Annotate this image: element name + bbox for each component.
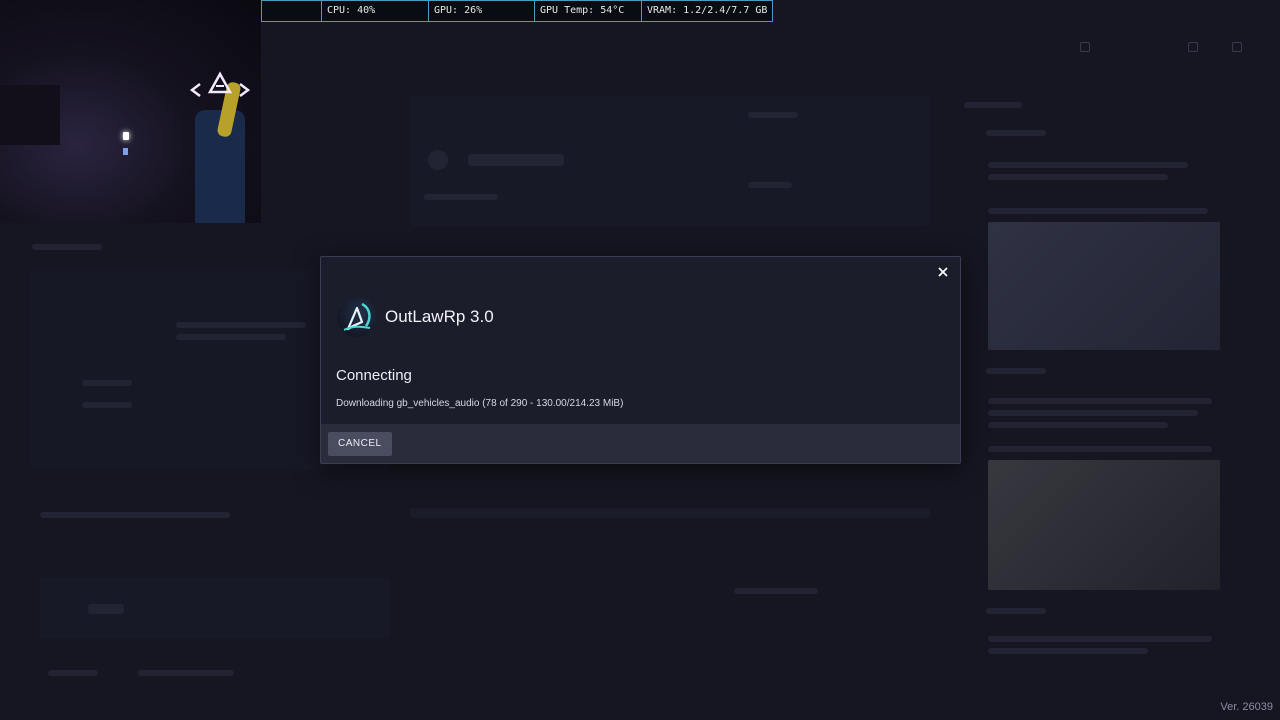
webcam-overlay (0, 0, 261, 223)
performance-stats-bar: CPU: 40% GPU: 26% GPU Temp: 54°C VRAM: 1… (261, 0, 773, 22)
stat-gpu: GPU: 26% (429, 1, 535, 21)
connecting-dialog: OutLawRp 3.0 Connecting Downloading gb_v… (320, 256, 961, 464)
close-button[interactable] (934, 263, 952, 281)
server-logo-icon (337, 297, 377, 337)
webcam-light (123, 148, 128, 155)
connection-status-title: Connecting (336, 367, 412, 384)
version-label: Ver. 26039 (1220, 701, 1273, 713)
stat-cpu: CPU: 40% (322, 1, 429, 21)
server-name: OutLawRp 3.0 (385, 307, 494, 326)
download-progress-text: Downloading gb_vehicles_audio (78 of 290… (336, 398, 624, 409)
stat-vram: VRAM: 1.2/2.4/7.7 GB (647, 5, 768, 16)
stat-gpu-temp: GPU Temp: 54°C (535, 1, 642, 21)
webcam-background-object (0, 85, 60, 145)
webcam-light (123, 132, 129, 140)
server-logo-graphic (343, 302, 371, 331)
close-icon (938, 267, 948, 277)
neon-sign-icon (190, 71, 250, 97)
dialog-footer: CANCEL (321, 424, 960, 463)
server-header: OutLawRp 3.0 (337, 297, 494, 337)
stat-blank (262, 1, 322, 21)
cancel-button[interactable]: CANCEL (328, 432, 392, 456)
